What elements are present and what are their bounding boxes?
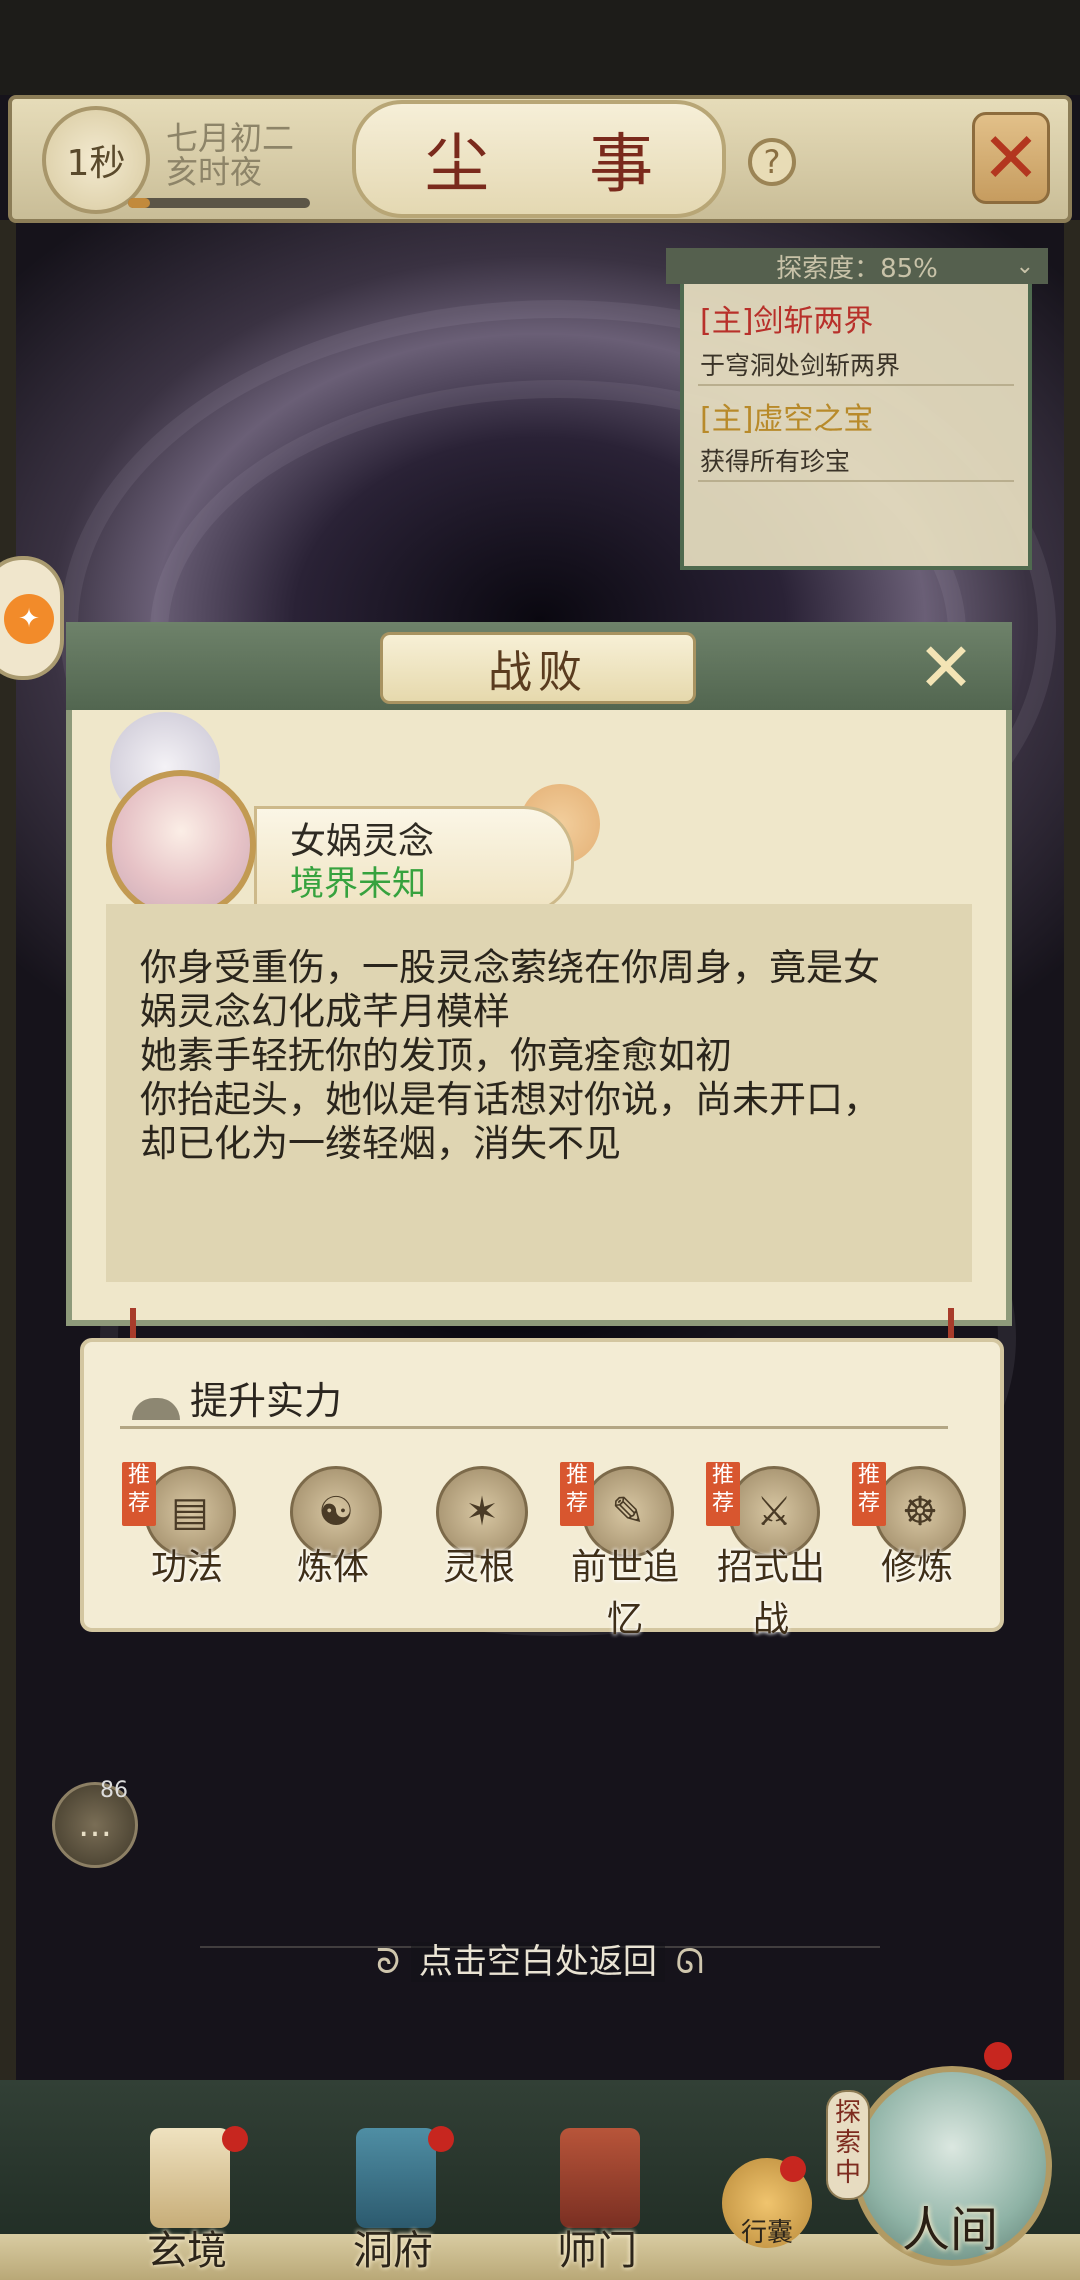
recommend-tag: 推荐 bbox=[560, 1462, 594, 1526]
divider bbox=[698, 384, 1014, 386]
side-float-button[interactable]: ✦ bbox=[0, 556, 64, 680]
close-icon[interactable]: ✕ bbox=[972, 112, 1050, 204]
nav-item-shimen[interactable]: 师门 bbox=[522, 2122, 672, 2274]
improve-item-label: 招式出战 bbox=[716, 1547, 825, 1640]
quest-desc: 于穹洞处剑斩两界 bbox=[700, 351, 901, 380]
date-line-1: 七月初二 bbox=[166, 119, 295, 157]
improve-header: 提升实力 bbox=[190, 1379, 343, 1423]
story-text: 你身受重伤，一股灵念萦绕在你周身，竟是女 娲灵念幻化成芊月模样 她素手轻抚你的发… bbox=[140, 946, 960, 1166]
chat-unread-count: 86 bbox=[100, 1778, 128, 1803]
story-line: 却已化为一缕轻烟，消失不见 bbox=[140, 1122, 621, 1165]
recommend-tag: 推荐 bbox=[706, 1462, 740, 1526]
date-line-2: 亥时夜 bbox=[166, 153, 263, 191]
improve-item-label: 炼体 bbox=[296, 1547, 369, 1588]
story-line: 娲灵念幻化成芊月模样 bbox=[140, 990, 510, 1033]
scroll-realm-icon bbox=[150, 2128, 230, 2228]
pavilion-icon bbox=[356, 2128, 436, 2228]
notification-dot bbox=[984, 2042, 1012, 2070]
improve-item-gongfa[interactable]: ▤ 推荐 功法 bbox=[122, 1462, 252, 1590]
mortal-world-label: 人间 bbox=[901, 2202, 998, 2258]
gamepad-icon: ✦ bbox=[4, 594, 54, 644]
story-line: 你抬起头，她似是有话想对你说，尚未开口， bbox=[140, 1078, 880, 1121]
notification-dot bbox=[428, 2126, 454, 2152]
quest-title[interactable]: [主]虚空之宝 bbox=[700, 394, 873, 438]
story-line: 她素手轻抚你的发顶，你竟痊愈如初 bbox=[140, 1034, 732, 1077]
banner-icon bbox=[560, 2128, 640, 2228]
improve-item-label: 修炼 bbox=[880, 1547, 953, 1588]
exploring-badge: 探索中 bbox=[826, 2090, 870, 2200]
improve-item-linggen[interactable]: ✶ 灵根 bbox=[414, 1462, 544, 1590]
notification-dot bbox=[780, 2156, 806, 2182]
npc-realm: 境界未知 bbox=[290, 864, 426, 904]
divider bbox=[698, 480, 1014, 482]
tap-to-return-hint[interactable]: ᘐ 点击空白处返回 ᘏ bbox=[0, 1934, 1080, 1983]
recommend-tag: 推荐 bbox=[852, 1462, 886, 1526]
exploration-header[interactable]: 探索度：85% ⌄ bbox=[666, 248, 1048, 284]
npc-portrait bbox=[106, 770, 256, 920]
nav-item-label: 玄境 bbox=[147, 2228, 227, 2274]
nav-item-label: 洞府 bbox=[353, 2228, 433, 2274]
back-hint-text: 点击空白处返回 bbox=[410, 1942, 665, 1982]
bag-label: 行囊 bbox=[740, 2218, 793, 2248]
nav-item-label: 师门 bbox=[557, 2228, 637, 2274]
swirl-left-icon: ᘐ bbox=[376, 1942, 411, 1982]
improve-item-label: 前世追忆 bbox=[570, 1547, 679, 1640]
left-frame bbox=[0, 220, 16, 2080]
time-progress-bar bbox=[128, 198, 310, 208]
improve-item-lianti[interactable]: ☯ 炼体 bbox=[268, 1462, 398, 1590]
page-title: 尘 事 bbox=[352, 100, 726, 218]
status-strip bbox=[0, 0, 1080, 95]
close-icon[interactable]: ✕ bbox=[910, 629, 982, 708]
notification-dot bbox=[222, 2126, 248, 2152]
right-frame bbox=[1064, 220, 1080, 2080]
help-button[interactable]: ? bbox=[748, 138, 796, 186]
divider bbox=[120, 1426, 948, 1429]
chat-bubble-icon: … bbox=[78, 1805, 112, 1845]
recommend-tag: 推荐 bbox=[122, 1462, 156, 1526]
chevron-down-icon[interactable]: ⌄ bbox=[1016, 254, 1034, 279]
nav-item-dongfu[interactable]: 洞府 bbox=[318, 2122, 468, 2274]
story-line: 你身受重伤，一股灵念萦绕在你周身，竟是女 bbox=[140, 946, 880, 989]
improve-item-past-life[interactable]: ✎ 推荐 前世追忆 bbox=[560, 1462, 690, 1640]
swirl-right-icon: ᘏ bbox=[664, 1942, 704, 1982]
improve-item-cultivate[interactable]: ☸ 推荐 修炼 bbox=[852, 1462, 982, 1590]
improve-item-label: 功法 bbox=[150, 1547, 223, 1588]
dialog-title: 战败 bbox=[380, 632, 696, 704]
nav-item-xuanjing[interactable]: 玄境 bbox=[112, 2122, 262, 2274]
quest-desc: 获得所有珍宝 bbox=[700, 447, 851, 476]
quest-title[interactable]: [主]剑斩两界 bbox=[700, 296, 873, 340]
improve-item-label: 灵根 bbox=[442, 1547, 515, 1588]
exploration-label: 探索度：85% bbox=[776, 253, 938, 284]
improve-item-skill-battle[interactable]: ⚔ 推荐 招式出战 bbox=[706, 1462, 836, 1640]
